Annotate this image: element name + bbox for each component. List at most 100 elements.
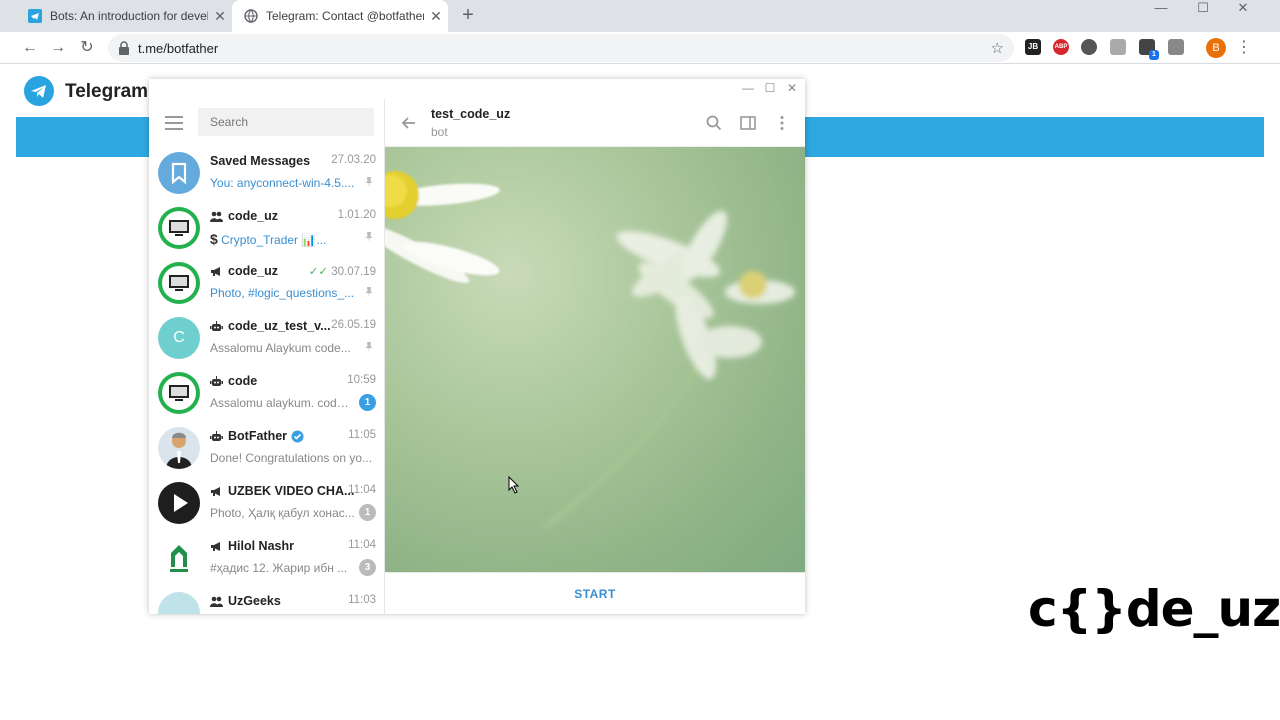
chat-item-hilol-nashr[interactable]: Hilol Nashr 11:04 #ҳадис 12. Жарир ибн .… [149,531,384,586]
chat-item-code-uz-group[interactable]: code_uz 1.01.20 $ Crypto_Trader 📊... [149,201,384,256]
maximize-icon[interactable]: ☐ [760,81,780,95]
close-window-icon[interactable]: ✕ [1220,0,1266,15]
close-icon[interactable]: ✕ [208,8,232,25]
double-check-icon: ✓✓ [308,266,329,278]
tab-contact-botfather[interactable]: Telegram: Contact @botfather ✕ [232,0,448,32]
unread-badge: 1 [359,394,376,411]
browser-menu-icon[interactable]: ⋮ [1236,37,1252,57]
globe-icon [244,9,258,23]
chat-preview: Assalomu Alaykum code... [210,341,351,355]
tab-title: Telegram: Contact @botfather [266,9,424,23]
avatar [158,427,200,469]
chat-item-code-uz-channel[interactable]: code_uz ✓✓ 30.07.19 Photo, #logic_questi… [149,256,384,311]
tab-bots-intro[interactable]: Bots: An introduction for develop ✕ [16,0,232,32]
avatar [158,482,200,524]
page-title[interactable]: Telegram [65,81,148,103]
hilol-logo-icon [170,545,188,572]
start-bar: START [385,572,805,614]
chat-name: code_uz [210,264,278,278]
extension-badge: 1 [1149,50,1159,60]
search-icon[interactable] [704,113,724,133]
unread-badge: 3 [359,559,376,576]
bot-icon [210,320,223,331]
computer-logo-icon [162,211,196,245]
sidebar-toggle-icon[interactable] [738,113,758,133]
chat-item-saved-messages[interactable]: Saved Messages 27.03.20 You: anyconnect-… [149,146,384,201]
avatar [158,372,200,414]
minimize-icon[interactable]: — [1138,0,1184,15]
chat-preview: #ҳадис 12. Жарир ибн ... [210,561,348,575]
mouse-cursor-icon [508,476,520,494]
chat-item-botfather[interactable]: BotFather 11:05 Done! Congratulations on… [149,421,384,476]
forward-icon[interactable]: → [48,38,68,58]
camera-extension-icon[interactable] [1168,39,1184,55]
window-titlebar: — ☐ ✕ [149,79,805,99]
chat-name: UzGeeks [210,594,281,608]
chat-name: code_uz_test_v... [210,319,331,333]
chat-preview: Photo, #logic_questions_... [210,286,355,300]
telegram-window: — ☐ ✕ Saved Messages 27.03.20 You: anyco… [149,79,805,614]
pin-icon [365,342,373,352]
paper-plane-icon [31,85,46,98]
chat-item-code-uz-test[interactable]: C code_uz_test_v... 26.05.19 Assalomu Al… [149,311,384,366]
telegram-logo[interactable] [24,76,54,106]
chat-date: 11:03 [348,594,376,606]
search-input[interactable] [198,108,374,136]
profile-avatar[interactable]: B [1206,38,1226,58]
pin-icon [365,232,373,242]
minimize-icon[interactable]: — [738,81,758,95]
chat-date: 11:04 [348,539,376,551]
bookmark-icon [171,162,187,185]
chat-date: 11:05 [348,429,376,441]
chat-preview: Done! Congratulations on yo... [210,451,373,465]
chat-item-uzbek-video[interactable]: UZBEK VIDEO CHA... 11:04 Photo, Ҳалқ қаб… [149,476,384,531]
botfather-avatar-icon [166,432,192,469]
chat-name: Saved Messages [210,154,311,168]
chat-name: Hilol Nashr [210,539,294,553]
chat-item-code[interactable]: code 10:59 Assalomu alaykum. code ... 1 [149,366,384,421]
avatar [158,592,200,614]
chat-name: code [210,374,257,388]
star-icon[interactable]: ☆ [991,39,1004,57]
computer-logo-icon [162,376,196,410]
chat-wallpaper [385,147,805,572]
pin-icon [365,177,373,187]
chat-list-sidebar: Saved Messages 27.03.20 You: anyconnect-… [149,99,385,614]
close-icon[interactable]: ✕ [424,8,448,25]
adblock-extension-icon[interactable]: ABP [1053,39,1069,55]
tab-bar: Bots: An introduction for develop ✕ Tele… [0,0,1280,32]
avatar [158,537,200,579]
chat-header: test_code_uz bot [385,99,805,147]
address-bar[interactable]: t.me/botfather ☆ [108,34,1014,62]
chat-preview: $ Crypto_Trader 📊... [210,231,327,247]
megaphone-icon [211,486,220,496]
more-icon[interactable] [772,113,792,133]
close-icon[interactable]: ✕ [782,81,802,95]
group-icon [210,211,223,222]
computer-logo-icon [162,266,196,300]
new-tab-button[interactable]: + [456,4,480,28]
play-icon [174,494,188,512]
chat-name: UZBEK VIDEO CHA... [210,484,354,498]
tab-title: Bots: An introduction for develop [50,9,208,23]
chat-date: 1.01.20 [337,209,376,221]
telegram-icon [28,9,42,23]
chat-date: 10:59 [347,374,376,386]
jetbrains-extension-icon[interactable]: JB [1025,39,1041,55]
avatar [158,262,200,304]
chat-area: test_code_uz bot START [385,99,805,614]
peer-name[interactable]: test_code_uz [431,107,510,121]
chat-name: BotFather [210,429,304,443]
dark-mode-extension-icon[interactable] [1081,39,1097,55]
hamburger-menu-icon[interactable] [165,116,183,130]
chat-name: code_uz [210,209,278,223]
avatar [158,152,200,194]
chat-item-uzgeeks[interactable]: UzGeeks 11:03 [149,586,384,614]
reload-icon[interactable]: ↻ [77,38,97,58]
chat-date: 26.05.19 [331,319,376,331]
chat-preview: Photo, Ҳалқ қабул хонас... [210,506,355,520]
chat-extension-icon[interactable] [1110,39,1126,55]
back-arrow-icon[interactable] [399,113,419,133]
back-icon[interactable]: ← [20,38,40,58]
start-button[interactable]: START [574,587,616,601]
